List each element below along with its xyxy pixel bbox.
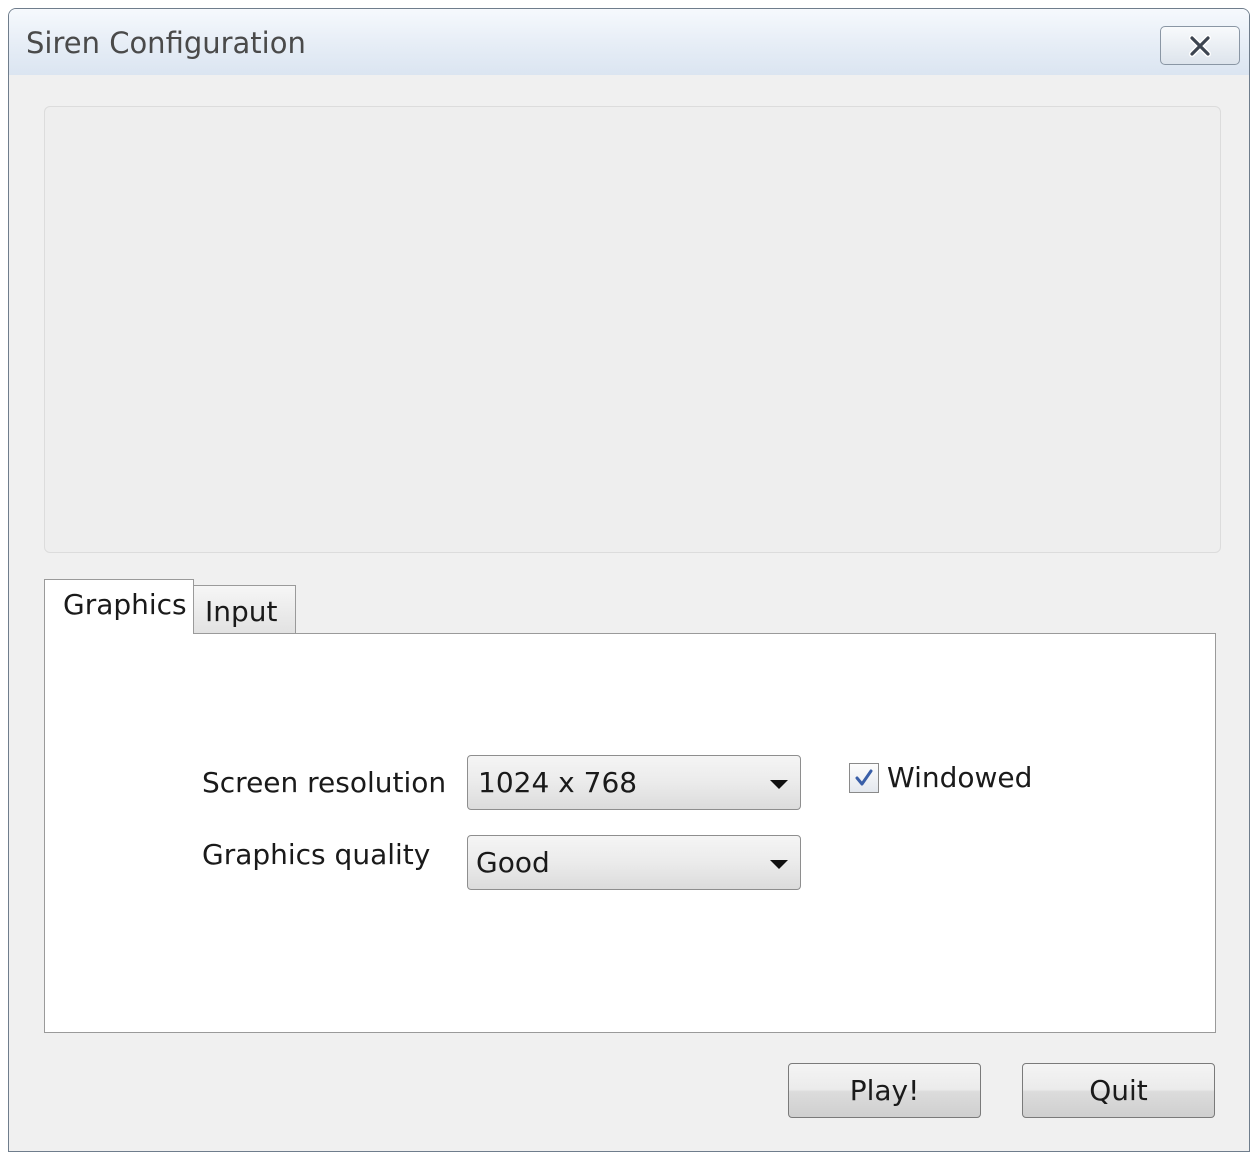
chevron-down-icon [770,860,788,869]
windowed-checkbox-row[interactable]: Windowed [849,761,1032,794]
screen-resolution-select[interactable]: 1024 x 768 [467,755,801,810]
title-bar[interactable]: Siren Configuration [9,9,1249,75]
chevron-down-icon [770,780,788,789]
graphics-quality-value: Good [476,846,550,879]
screen-resolution-value: 1024 x 768 [478,766,638,799]
tab-graphics-label: Graphics [63,587,187,621]
graphics-tab-panel: Screen resolution 1024 x 768 Windowed Gr… [44,633,1216,1033]
tab-input-label: Input [205,595,278,628]
config-window: Siren Configuration Graphics Input Scree… [8,8,1250,1152]
preview-panel [44,106,1221,553]
graphics-quality-label: Graphics quality [202,838,431,871]
tab-input[interactable]: Input [194,585,296,633]
windowed-label: Windowed [887,761,1033,794]
close-icon [1189,34,1211,57]
close-button[interactable] [1160,26,1240,65]
window-title: Siren Configuration [26,26,306,60]
check-icon [855,769,873,785]
windowed-checkbox[interactable] [849,762,879,793]
tab-graphics[interactable]: Graphics [44,579,194,634]
client-area: Graphics Input Screen resolution 1024 x … [9,75,1249,1151]
play-button[interactable]: Play! [788,1063,981,1118]
screen-resolution-label: Screen resolution [202,766,447,799]
quit-button[interactable]: Quit [1022,1063,1215,1118]
graphics-quality-select[interactable]: Good [467,835,801,890]
